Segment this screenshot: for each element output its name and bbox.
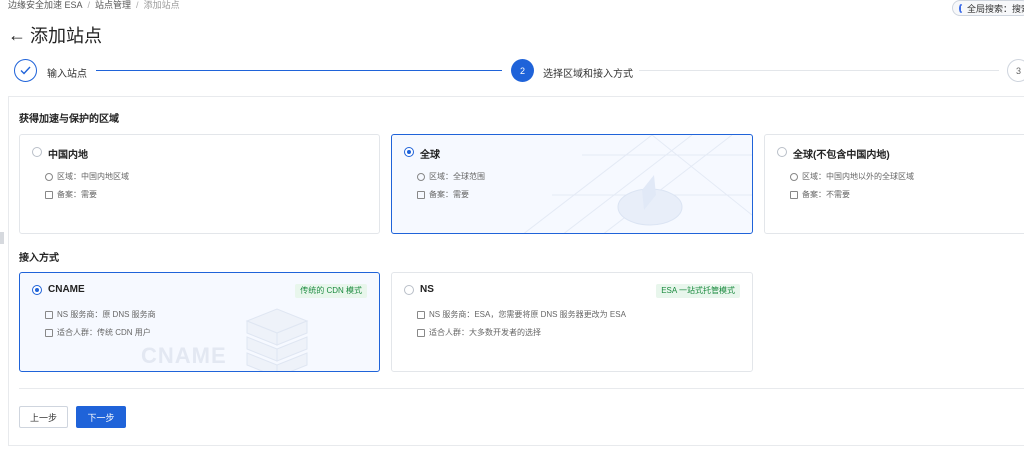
access-option-ns[interactable]: NS ESA 一站式托管模式 NS 服务商：ESA，您需要将原 DNS 服务器更… [391, 272, 753, 372]
back-arrow-icon[interactable]: ← [8, 26, 26, 44]
region-row: 区域：中国内地区域 [45, 171, 129, 182]
step-connector-done [96, 70, 502, 71]
breadcrumb: 边缘安全加速 ESA / 站点管理 / 添加站点 [8, 0, 180, 12]
access-option-cname[interactable]: CNAME CNAME 传统的 CDN 模式 NS 服务商：原 DNS 服务商 … [19, 272, 380, 372]
radio-button[interactable] [32, 147, 42, 157]
region-option-title: 中国内地 [48, 150, 88, 161]
server-stack-watermark-icon [245, 308, 309, 371]
mode-tag: ESA 一站式托管模式 [656, 284, 740, 298]
global-search-button[interactable]: 全局搜索：搜索 [952, 0, 1024, 16]
icp-row: 备案：需要 [417, 189, 469, 200]
access-section-title: 接入方式 [19, 253, 59, 264]
step-2-number: 2 [511, 59, 534, 82]
radio-button[interactable] [777, 147, 787, 157]
step-connector-pending [639, 70, 999, 71]
search-logo-icon [959, 3, 963, 13]
step-1-label: 输入站点 [47, 69, 87, 80]
icp-text: 备案：不需要 [802, 190, 850, 199]
provider-text: NS 服务商：ESA，您需要将原 DNS 服务器更改为 ESA [429, 310, 626, 319]
region-row: 区域：全球范围 [417, 171, 485, 182]
radio-button[interactable] [404, 285, 414, 295]
users-icon [417, 328, 425, 337]
region-text: 区域：中国内地以外的全球区域 [802, 172, 914, 181]
region-text: 区域：中国内地区域 [57, 172, 129, 181]
provider-text: NS 服务商：原 DNS 服务商 [57, 310, 156, 319]
globe-watermark-icon [523, 135, 752, 233]
step-3-number: 3 [1007, 59, 1024, 82]
location-pin-icon [45, 172, 53, 181]
breadcrumb-separator: / [136, 0, 139, 10]
step-1-check-icon [14, 59, 37, 82]
footer-divider [19, 388, 1024, 389]
prev-step-button[interactable]: 上一步 [19, 406, 68, 428]
region-option-global-excluding-mainland[interactable]: 全球(不包含中国内地) 区域：中国内地以外的全球区域 备案：不需要 [764, 134, 1024, 234]
mode-tag: 传统的 CDN 模式 [295, 284, 367, 298]
page-title: ← 添加站点 [8, 22, 102, 48]
radio-button[interactable] [32, 285, 42, 295]
side-collapse-tab[interactable] [0, 232, 4, 244]
region-option-title: 全球 [420, 150, 440, 161]
audience-row: 适合人群：大多数开发者的选择 [417, 327, 541, 338]
shield-icon [417, 190, 425, 199]
region-section-title: 获得加速与保护的区域 [19, 114, 119, 125]
audience-row: 适合人群：传统 CDN 用户 [45, 327, 151, 338]
cube-icon [45, 310, 53, 319]
breadcrumb-separator: / [87, 0, 91, 10]
radio-button[interactable] [404, 147, 414, 157]
step-2-label: 选择区域和接入方式 [543, 69, 633, 80]
region-row: 区域：中国内地以外的全球区域 [790, 171, 914, 182]
region-text: 区域：全球范围 [429, 172, 485, 181]
breadcrumb-item-site-management[interactable]: 站点管理 [95, 0, 131, 12]
provider-row: NS 服务商：ESA，您需要将原 DNS 服务器更改为 ESA [417, 309, 626, 320]
location-pin-icon [417, 172, 425, 181]
audience-text: 适合人群：大多数开发者的选择 [429, 328, 541, 337]
next-step-button[interactable]: 下一步 [76, 406, 126, 428]
panel-top-border [8, 96, 1024, 97]
shield-icon [45, 190, 53, 199]
breadcrumb-item-esa[interactable]: 边缘安全加速 ESA [8, 0, 83, 12]
panel-bottom-border [8, 445, 1024, 446]
cube-icon [417, 310, 425, 319]
icp-text: 备案：需要 [429, 190, 469, 199]
icp-row: 备案：不需要 [790, 189, 850, 200]
provider-row: NS 服务商：原 DNS 服务商 [45, 309, 156, 320]
shield-icon [790, 190, 798, 199]
region-option-title: 全球(不包含中国内地) [793, 150, 890, 161]
icp-text: 备案：需要 [57, 190, 97, 199]
access-option-title: NS [420, 284, 434, 295]
breadcrumb-item-current: 添加站点 [143, 0, 180, 10]
panel-left-border [8, 96, 9, 446]
cname-watermark-text: CNAME [141, 343, 227, 368]
region-option-global[interactable]: 全球 区域：全球范围 备案：需要 [391, 134, 753, 234]
step-indicator: 输入站点 2 选择区域和接入方式 3 [14, 59, 1024, 83]
region-option-mainland[interactable]: 中国内地 区域：中国内地区域 备案：需要 [19, 134, 380, 234]
page-title-text: 添加站点 [30, 26, 102, 46]
users-icon [45, 328, 53, 337]
global-search-label: 全局搜索：搜索 [967, 3, 1024, 14]
access-option-title: CNAME [48, 284, 85, 295]
location-pin-icon [790, 172, 798, 181]
audience-text: 适合人群：传统 CDN 用户 [57, 328, 151, 337]
icp-row: 备案：需要 [45, 189, 97, 200]
